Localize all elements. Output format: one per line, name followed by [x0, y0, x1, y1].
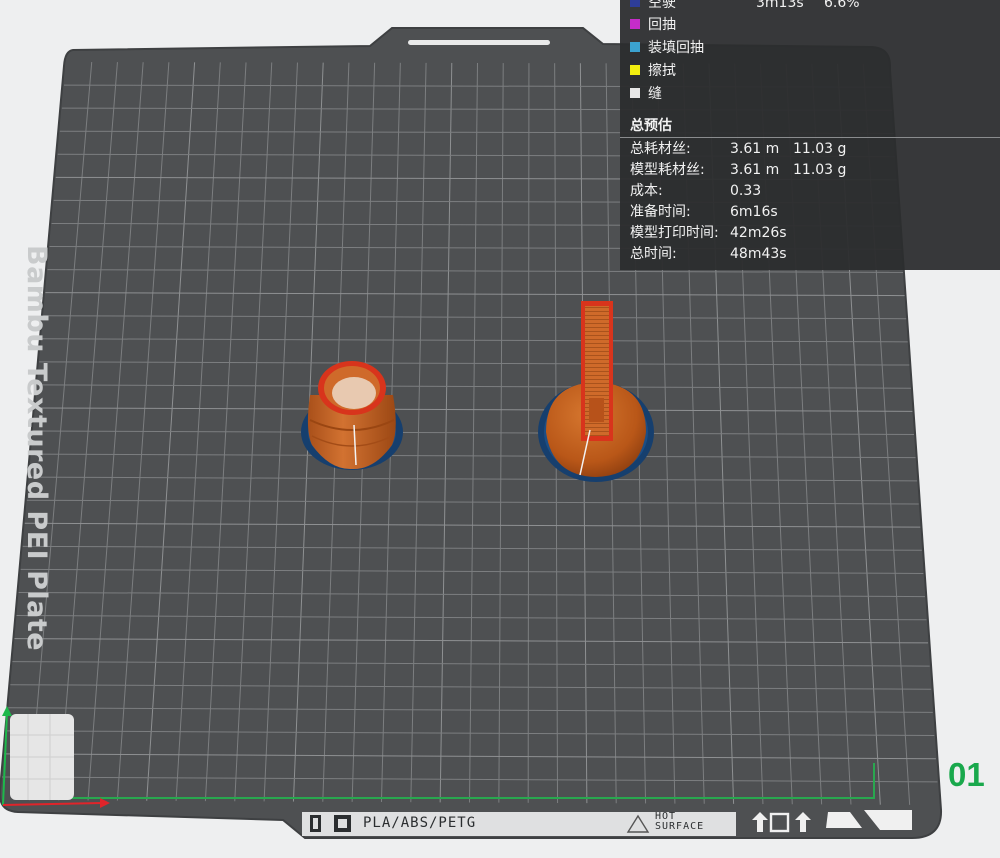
stat-model-print-time: 模型打印时间: 42m26s — [630, 223, 787, 244]
legend-label: 擦拭 — [648, 63, 676, 79]
hot-surface-warning: HOT SURFACE — [655, 812, 725, 832]
stat-model-filament: 模型耗材丝: 3.61 m 11.03 g — [630, 160, 846, 181]
stat-label: 总耗材丝: — [630, 141, 691, 157]
color-swatch — [630, 42, 640, 52]
stat-value: 3.61 m — [730, 162, 780, 178]
stat-value: 6m16s — [730, 204, 778, 220]
legend-row-travel: 空驶 3m13s 6.6% — [630, 0, 860, 13]
legend-label: 空驶 — [648, 0, 676, 11]
legend-label: 缝 — [648, 86, 662, 102]
legend-time: 3m13s — [756, 0, 804, 11]
plate-handle — [408, 40, 550, 45]
legend-row-wipe: 擦拭 — [630, 61, 676, 81]
stat-value: 48m43s — [730, 246, 787, 262]
legend-row-retract: 回抽 — [630, 15, 676, 35]
color-swatch — [630, 19, 640, 29]
color-swatch — [630, 65, 640, 75]
legend-label: 装填回抽 — [648, 40, 704, 56]
stat-value: 3.61 m — [730, 141, 780, 157]
plate-materials-label: PLA/ABS/PETG — [363, 815, 477, 831]
plate-name-label: Bambu Textured PEI Plate — [21, 245, 52, 652]
stat-value: 0.33 — [730, 183, 762, 199]
stat-value: 11.03 g — [793, 141, 847, 157]
legend-row-seam: 缝 — [630, 84, 662, 104]
stat-label: 总时间: — [630, 246, 677, 262]
divider — [620, 137, 1000, 138]
stat-value: 11.03 g — [793, 162, 847, 178]
stat-prepare-time: 准备时间: 6m16s — [630, 202, 778, 223]
stat-label: 准备时间: — [630, 204, 691, 220]
plate-index-label[interactable]: 01 — [948, 756, 985, 794]
stat-cost: 成本: 0.33 — [630, 181, 761, 202]
summary-title: 总预估 — [630, 118, 672, 134]
stat-label: 模型耗材丝: — [630, 162, 705, 178]
stat-total-time: 总时间: 48m43s — [630, 244, 787, 265]
stat-label: 模型打印时间: — [630, 225, 719, 241]
color-swatch — [630, 0, 640, 7]
legend-label: 回抽 — [648, 17, 676, 33]
stat-value: 42m26s — [730, 225, 787, 241]
color-swatch — [630, 88, 640, 98]
stat-label: 成本: — [630, 183, 663, 199]
warning-text-line: SURFACE — [655, 821, 705, 832]
legend-percent: 6.6% — [824, 0, 860, 11]
stat-total-filament: 总耗材丝: 3.61 m 11.03 g — [630, 139, 846, 160]
legend-row-unretract: 装填回抽 — [630, 38, 704, 58]
gcode-legend-panel: 空驶 3m13s 6.6% 回抽 装填回抽 擦拭 缝 总预估 总耗材丝: 3.6… — [620, 0, 1000, 270]
